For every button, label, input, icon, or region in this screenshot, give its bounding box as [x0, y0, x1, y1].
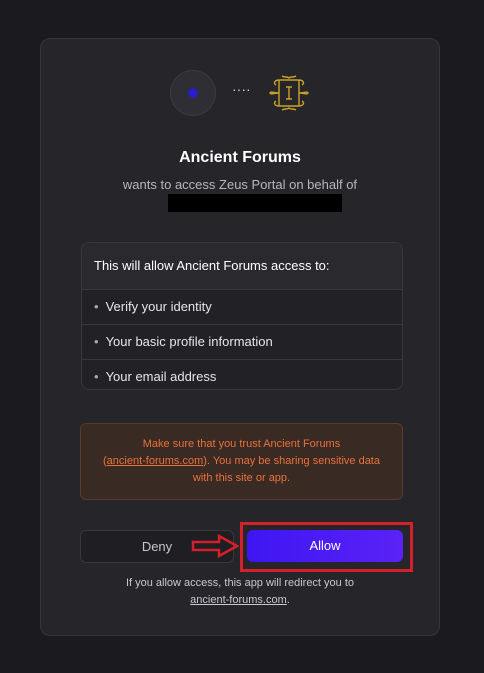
warning-line-2: (ancient-forums.com). You may be sharing…	[97, 453, 386, 470]
connector-dots-icon: ····	[232, 81, 251, 97]
warning-line-1: Make sure that you trust Ancient Forums	[142, 438, 341, 450]
zeus-portal-logo	[269, 75, 309, 111]
permissions-panel: This will allow Ancient Forums access to…	[81, 242, 403, 390]
oauth-consent-card: ···· Ancient Forums wants to access Zeus…	[40, 38, 440, 636]
app-name-title: Ancient Forums	[179, 149, 301, 166]
app-logo	[170, 70, 216, 116]
permission-item: • Your email address	[82, 360, 402, 389]
warning-line-3: with this site or app.	[192, 472, 291, 484]
permission-item: • Verify your identity	[82, 290, 402, 325]
app-logo-dot-icon	[188, 88, 198, 98]
redirect-text: If you allow access, this app will redir…	[125, 577, 355, 589]
redirect-period: .	[286, 594, 290, 606]
redirect-line-2: ancient-forums.com.	[41, 592, 439, 609]
logo-row: ····	[41, 69, 439, 119]
redirect-site-link[interactable]: ancient-forums.com	[190, 594, 287, 606]
warning-rest: ). You may be sharing sensitive data	[203, 455, 380, 467]
pointer-arrow-icon	[191, 534, 239, 558]
permission-label: Your email address	[105, 369, 217, 384]
allow-button[interactable]: Allow	[247, 530, 403, 562]
bullet-icon: •	[94, 369, 99, 384]
bullet-icon: •	[94, 334, 99, 349]
warning-site-link[interactable]: ancient-forums.com	[107, 455, 204, 467]
consent-subtitle: wants to access Zeus Portal on behalf of	[122, 177, 358, 192]
permission-label: Your basic profile information	[105, 334, 273, 349]
redacted-username	[168, 194, 342, 212]
bullet-icon: •	[94, 299, 99, 314]
permission-label: Verify your identity	[105, 299, 212, 314]
permission-item: • Your basic profile information	[82, 325, 402, 360]
permissions-header: This will allow Ancient Forums access to…	[82, 243, 402, 290]
redirect-notice: If you allow access, this app will redir…	[41, 575, 439, 609]
trust-warning: Make sure that you trust Ancient Forums …	[80, 423, 403, 500]
